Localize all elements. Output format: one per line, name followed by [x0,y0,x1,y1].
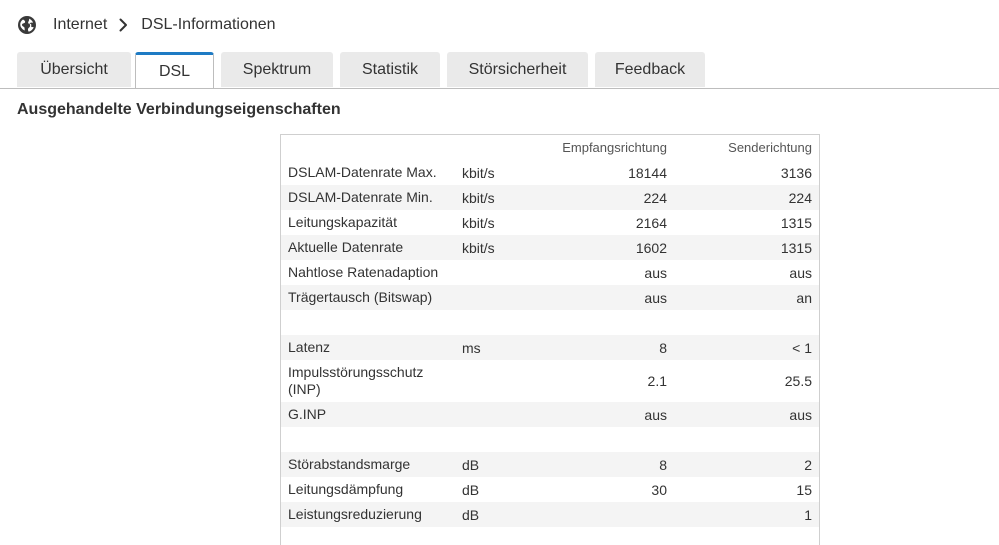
tab-statistik[interactable]: Statistik [340,52,440,87]
header-senderichtung: Senderichtung [728,140,812,155]
row-unit: kbit/s [462,189,495,206]
table-row: Latenz ms 8 < 1 [281,335,819,360]
row-rx-value: 224 [643,189,667,206]
table-row: Nahtlose Ratenadaption aus aus [281,260,819,285]
row-unit: dB [462,481,480,498]
row-unit [462,260,522,285]
tab-label: DSL [158,62,191,80]
tab-label: Spektrum [242,60,312,78]
row-rx-value: 30 [651,481,667,498]
breadcrumb: Internet DSL-Informationen [17,12,276,38]
row-unit: kbit/s [462,239,495,256]
row-label: Leitungsdämpfung [288,481,404,497]
row-tx-value: aus [789,264,812,281]
tab-label: Feedback [614,60,686,78]
row-tx-value: 1 [804,506,812,523]
table-row: DSLAM-Datenrate Max. kbit/s 18144 3136 [281,160,819,185]
globe-icon [17,14,39,36]
tab-bar: Übersicht DSL Spektrum Statistik Störsic… [0,52,999,89]
row-unit: kbit/s [462,214,495,231]
row-unit [462,285,522,310]
table-row: DSLAM-Datenrate Min. kbit/s 224 224 [281,185,819,210]
row-tx-value [681,310,812,335]
row-label [288,427,458,452]
row-rx-value: 8 [659,339,667,356]
tab-uebersicht[interactable]: Übersicht [17,52,131,87]
row-tx-value: 15 [796,481,812,498]
table-row: Impulsstörungsschutz (INP) 2.1 25.5 [281,360,819,402]
row-rx-value: 2164 [635,214,667,231]
table-row: Aktuelle Datenrate kbit/s 1602 1315 [281,235,819,260]
row-unit [462,427,522,452]
tab-spektrum[interactable]: Spektrum [221,52,333,87]
table-row: Trägertausch (Bitswap) aus an [281,285,819,310]
section-title: Ausgehandelte Verbindungseigenschaften [17,101,341,118]
table-spacer-row [281,427,819,452]
table-row: G.INP aus aus [281,402,819,427]
row-tx-value: 25.5 [784,373,812,389]
row-tx-value: aus [789,406,812,423]
row-unit [462,310,522,335]
connection-properties-table: Empfangsrichtung Senderichtung DSLAM-Dat… [280,134,820,545]
row-tx-value: < 1 [792,339,812,356]
breadcrumb-item-dsl-informationen: DSL-Informationen [141,16,276,33]
breadcrumb-item-internet[interactable]: Internet [53,16,107,34]
tab-stoersicherheit[interactable]: Störsicherheit [447,52,588,87]
table-row: Leistungsreduzierung dB 1 [281,502,819,527]
row-unit [462,402,522,427]
row-rx-value: aus [644,264,667,281]
row-label: Latenz [288,339,331,355]
table-spacer-row [281,310,819,335]
tab-label: Störsicherheit [468,60,567,78]
row-tx-value: 3136 [780,164,812,181]
row-rx-value: aus [644,406,667,423]
row-label: DSLAM-Datenrate Max. [288,164,437,180]
row-rx-value: 1602 [635,239,667,256]
table-header-row: Empfangsrichtung Senderichtung [281,135,819,160]
header-unit [462,135,522,160]
table-row: Leitungsdämpfung dB 30 15 [281,477,819,502]
table-row: Störabstandsmarge dB 8 2 [281,452,819,477]
row-label: Impulsstörungsschutz (INP) [288,364,424,397]
header-empfangsrichtung: Empfangsrichtung [562,140,667,155]
row-unit: dB [462,506,480,523]
row-tx-value [681,427,812,452]
row-label: Trägertausch (Bitswap) [288,289,433,305]
row-tx-value: 1315 [780,239,812,256]
row-label: Leistungsreduzierung [288,506,422,522]
tab-label: Statistik [361,60,418,78]
row-unit: kbit/s [462,164,495,181]
row-unit [462,360,522,402]
tab-feedback[interactable]: Feedback [595,52,705,87]
row-label: DSLAM-Datenrate Min. [288,189,433,205]
chevron-right-icon [119,18,129,32]
tab-dsl[interactable]: DSL [135,52,214,88]
row-label: G.INP [288,406,327,422]
header-label [288,135,458,160]
row-label: Leitungskapazität [288,214,397,230]
row-rx-value: 8 [659,456,667,473]
row-unit: ms [462,339,481,356]
row-tx-value: 224 [788,189,812,206]
row-rx-value [531,427,667,452]
row-tx-value: 2 [804,456,812,473]
row-label: Aktuelle Datenrate [288,239,404,255]
row-tx-value: an [796,289,812,306]
row-rx-value: 2.1 [647,373,667,389]
table-row: Leitungskapazität kbit/s 2164 1315 [281,210,819,235]
row-rx-value [531,502,667,527]
row-rx-value: aus [644,289,667,306]
tab-label: Übersicht [40,60,108,78]
row-label: Störabstandsmarge [288,456,411,472]
row-label: Nahtlose Ratenadaption [288,264,439,280]
row-rx-value [531,310,667,335]
row-unit: dB [462,456,480,473]
row-rx-value: 18144 [628,164,667,181]
row-label [288,310,458,335]
row-tx-value: 1315 [780,214,812,231]
